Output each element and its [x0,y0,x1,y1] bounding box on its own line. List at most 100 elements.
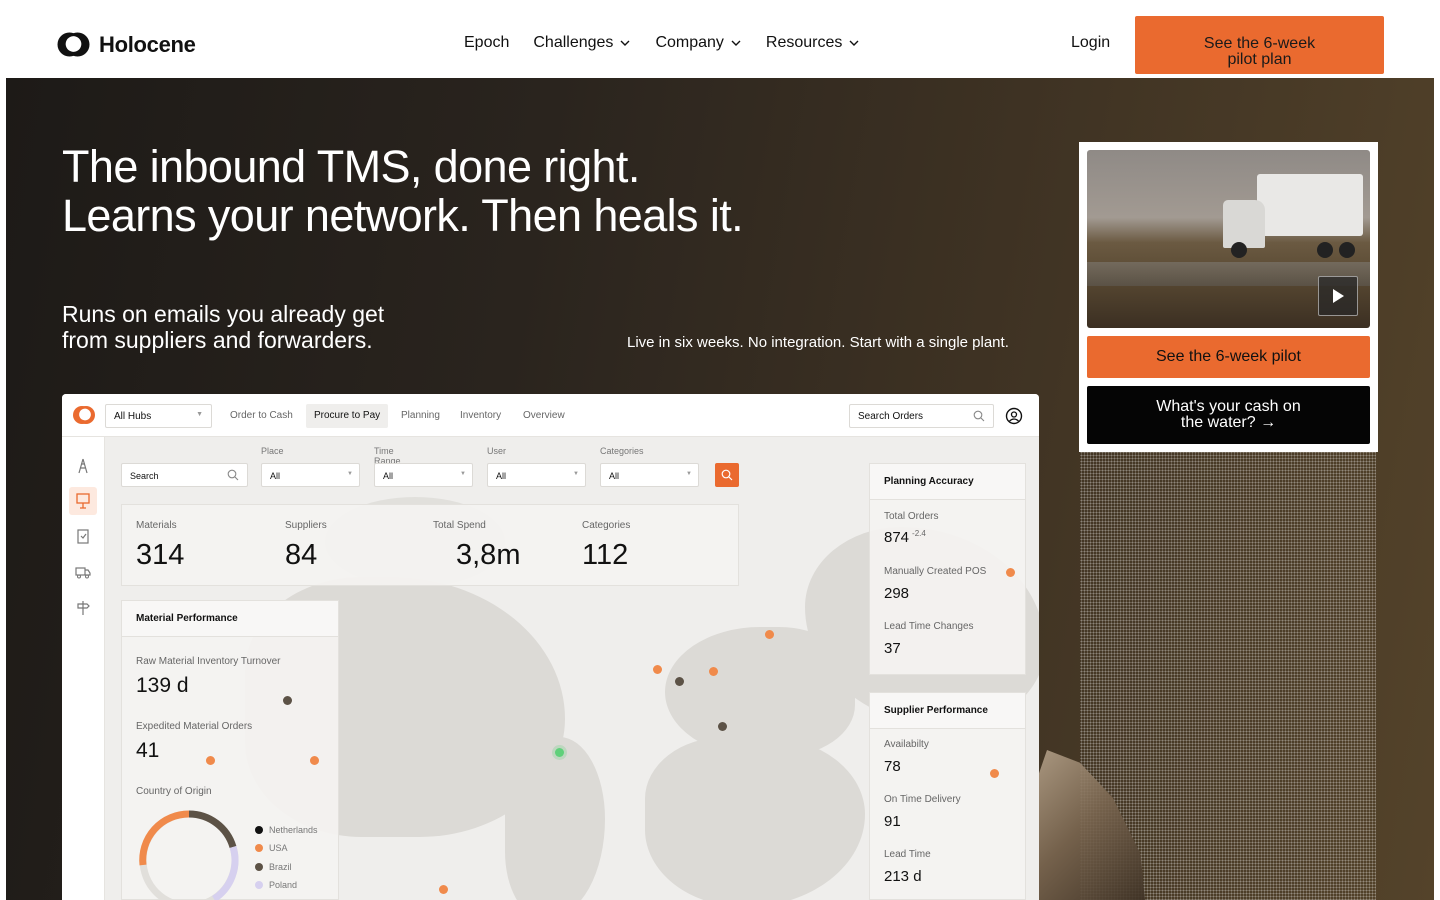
metric-value: 213 d [884,868,922,885]
metric-value: 298 [884,585,910,602]
legend-item: Brazil [255,862,292,872]
map-marker[interactable] [1006,568,1015,577]
tab-planning[interactable]: Planning [393,404,448,428]
map-marker[interactable] [765,630,774,639]
hero-headline: The inbound TMS, done right. Learns your… [62,142,744,240]
chevron-down-icon [849,40,859,46]
nav-links: Epoch Challenges Company Resources [464,34,860,52]
brand-name: Holocene [99,31,196,57]
play-icon [1333,289,1344,303]
legend-swatch [255,881,263,889]
delta-badge: -2.4 [912,529,926,538]
cta-line-1: See the 6-week [1203,34,1316,52]
hub-select[interactable]: All Hubs ▼ [105,404,212,428]
nav-link-challenges[interactable]: Challenges [533,34,631,52]
tab-order-to-cash[interactable]: Order to Cash [222,404,301,428]
tab-inventory[interactable]: Inventory [452,404,509,428]
kpi-label: Total Spend [433,520,486,531]
tab-overview[interactable]: Overview [515,404,573,428]
map-marker[interactable] [709,667,718,676]
subtitle-line-1: Runs on emails you already get [62,301,385,327]
metric-value: 78 [884,758,901,775]
holocene-logo-icon [57,32,90,57]
filter-value: All [609,471,620,481]
dashboard-sidebar [62,437,105,900]
legend-swatch [255,863,263,871]
search-orders-input[interactable]: Search Orders [849,404,994,428]
donut-segment-usa [139,810,190,866]
tower-icon[interactable] [74,457,92,475]
filter-user-select[interactable]: All ▼ [487,463,586,487]
map-marker[interactable] [718,722,727,731]
nav-link-label: Resources [765,34,843,51]
panel-title: Material Performance [122,601,338,637]
clipboard-icon[interactable] [74,527,92,545]
nav-link-epoch[interactable]: Epoch [464,34,509,52]
metric-value: 874 -2.4 [884,529,926,546]
hero-subtitle: Runs on emails you already get from supp… [62,301,384,353]
filter-value: All [383,471,394,481]
truck-icon[interactable] [74,563,92,581]
landmass-south-america [505,737,605,900]
kpi-label: Categories [582,520,631,531]
nav-link-label: Challenges [533,34,614,51]
nav-link-label: Epoch [464,34,510,51]
kpi-value: 3,8m [456,539,521,571]
six-week-pilot-button[interactable]: See the 6-week pilot [1087,336,1370,378]
cash-line-2: the water? → [1180,414,1277,431]
caret-icon: ▼ [686,471,692,477]
cash-on-water-button[interactable]: What's your cash on the water? → [1087,386,1370,444]
map-marker[interactable] [206,756,215,765]
play-button[interactable] [1318,276,1358,316]
app-logo-icon [73,406,95,424]
country-donut-chart [139,810,239,900]
donut-segment-poland [211,845,239,900]
legend-label: Poland [269,880,298,890]
metric-label: Availabilty [884,739,929,750]
nav-link-resources[interactable]: Resources [766,34,860,52]
login-link[interactable]: Login [1071,34,1110,52]
filter-search-button[interactable] [715,463,739,487]
kpi-value: 112 [582,539,629,571]
metric-label: Total Orders [884,511,939,522]
map-marker-active[interactable] [555,748,564,757]
signpost-icon[interactable] [74,599,92,617]
hub-select-value: All Hubs [114,411,152,422]
presentation-icon [76,493,90,509]
pilot-plan-button[interactable]: See the 6-week pilot plan [1135,16,1384,74]
video-wheel [1317,242,1333,258]
map-marker[interactable] [653,665,662,674]
nav-link-company[interactable]: Company [655,34,741,52]
metric-label: Expedited Material Orders [136,721,253,732]
supplier-performance-panel: Supplier Performance Availabilty 78 On T… [869,692,1026,900]
map-marker[interactable] [310,756,319,765]
legend-swatch [255,844,263,852]
material-performance-panel: Material Performance Raw Material Invent… [121,600,339,900]
map-marker[interactable] [990,769,999,778]
landmass-africa [645,737,865,900]
map-marker[interactable] [675,677,684,686]
filter-categories-label: Categories [600,446,644,456]
caret-icon: ▼ [196,411,203,418]
panel-title: Supplier Performance [870,693,1025,729]
map-marker[interactable] [439,885,448,894]
user-icon[interactable] [1005,407,1023,425]
filter-value: All [270,471,281,481]
filter-search-placeholder: Search [130,471,159,481]
filter-search-input[interactable]: Search [121,463,248,487]
filter-categories-select[interactable]: All ▼ [600,463,699,487]
kpi-label: Materials [136,520,177,531]
search-orders-placeholder: Search Orders [858,411,924,422]
map-marker[interactable] [283,696,292,705]
legend-item: USA [255,843,288,853]
tab-procure-to-pay[interactable]: Procure to Pay [306,404,389,428]
filter-place-select[interactable]: All ▼ [261,463,360,487]
kpi-label: Suppliers [285,520,327,531]
metric-label: Manually Created POS [884,566,987,577]
dashboard-preview: All Hubs ▼ Order to Cash Procure to Pay P… [62,394,1039,900]
metric-label: Lead Time [884,849,931,860]
filter-time-select[interactable]: All ▼ [374,463,473,487]
truck-video[interactable] [1087,150,1370,328]
sidebar-item-dashboard[interactable] [69,487,97,515]
brand-logo[interactable]: Holocene [56,31,196,58]
